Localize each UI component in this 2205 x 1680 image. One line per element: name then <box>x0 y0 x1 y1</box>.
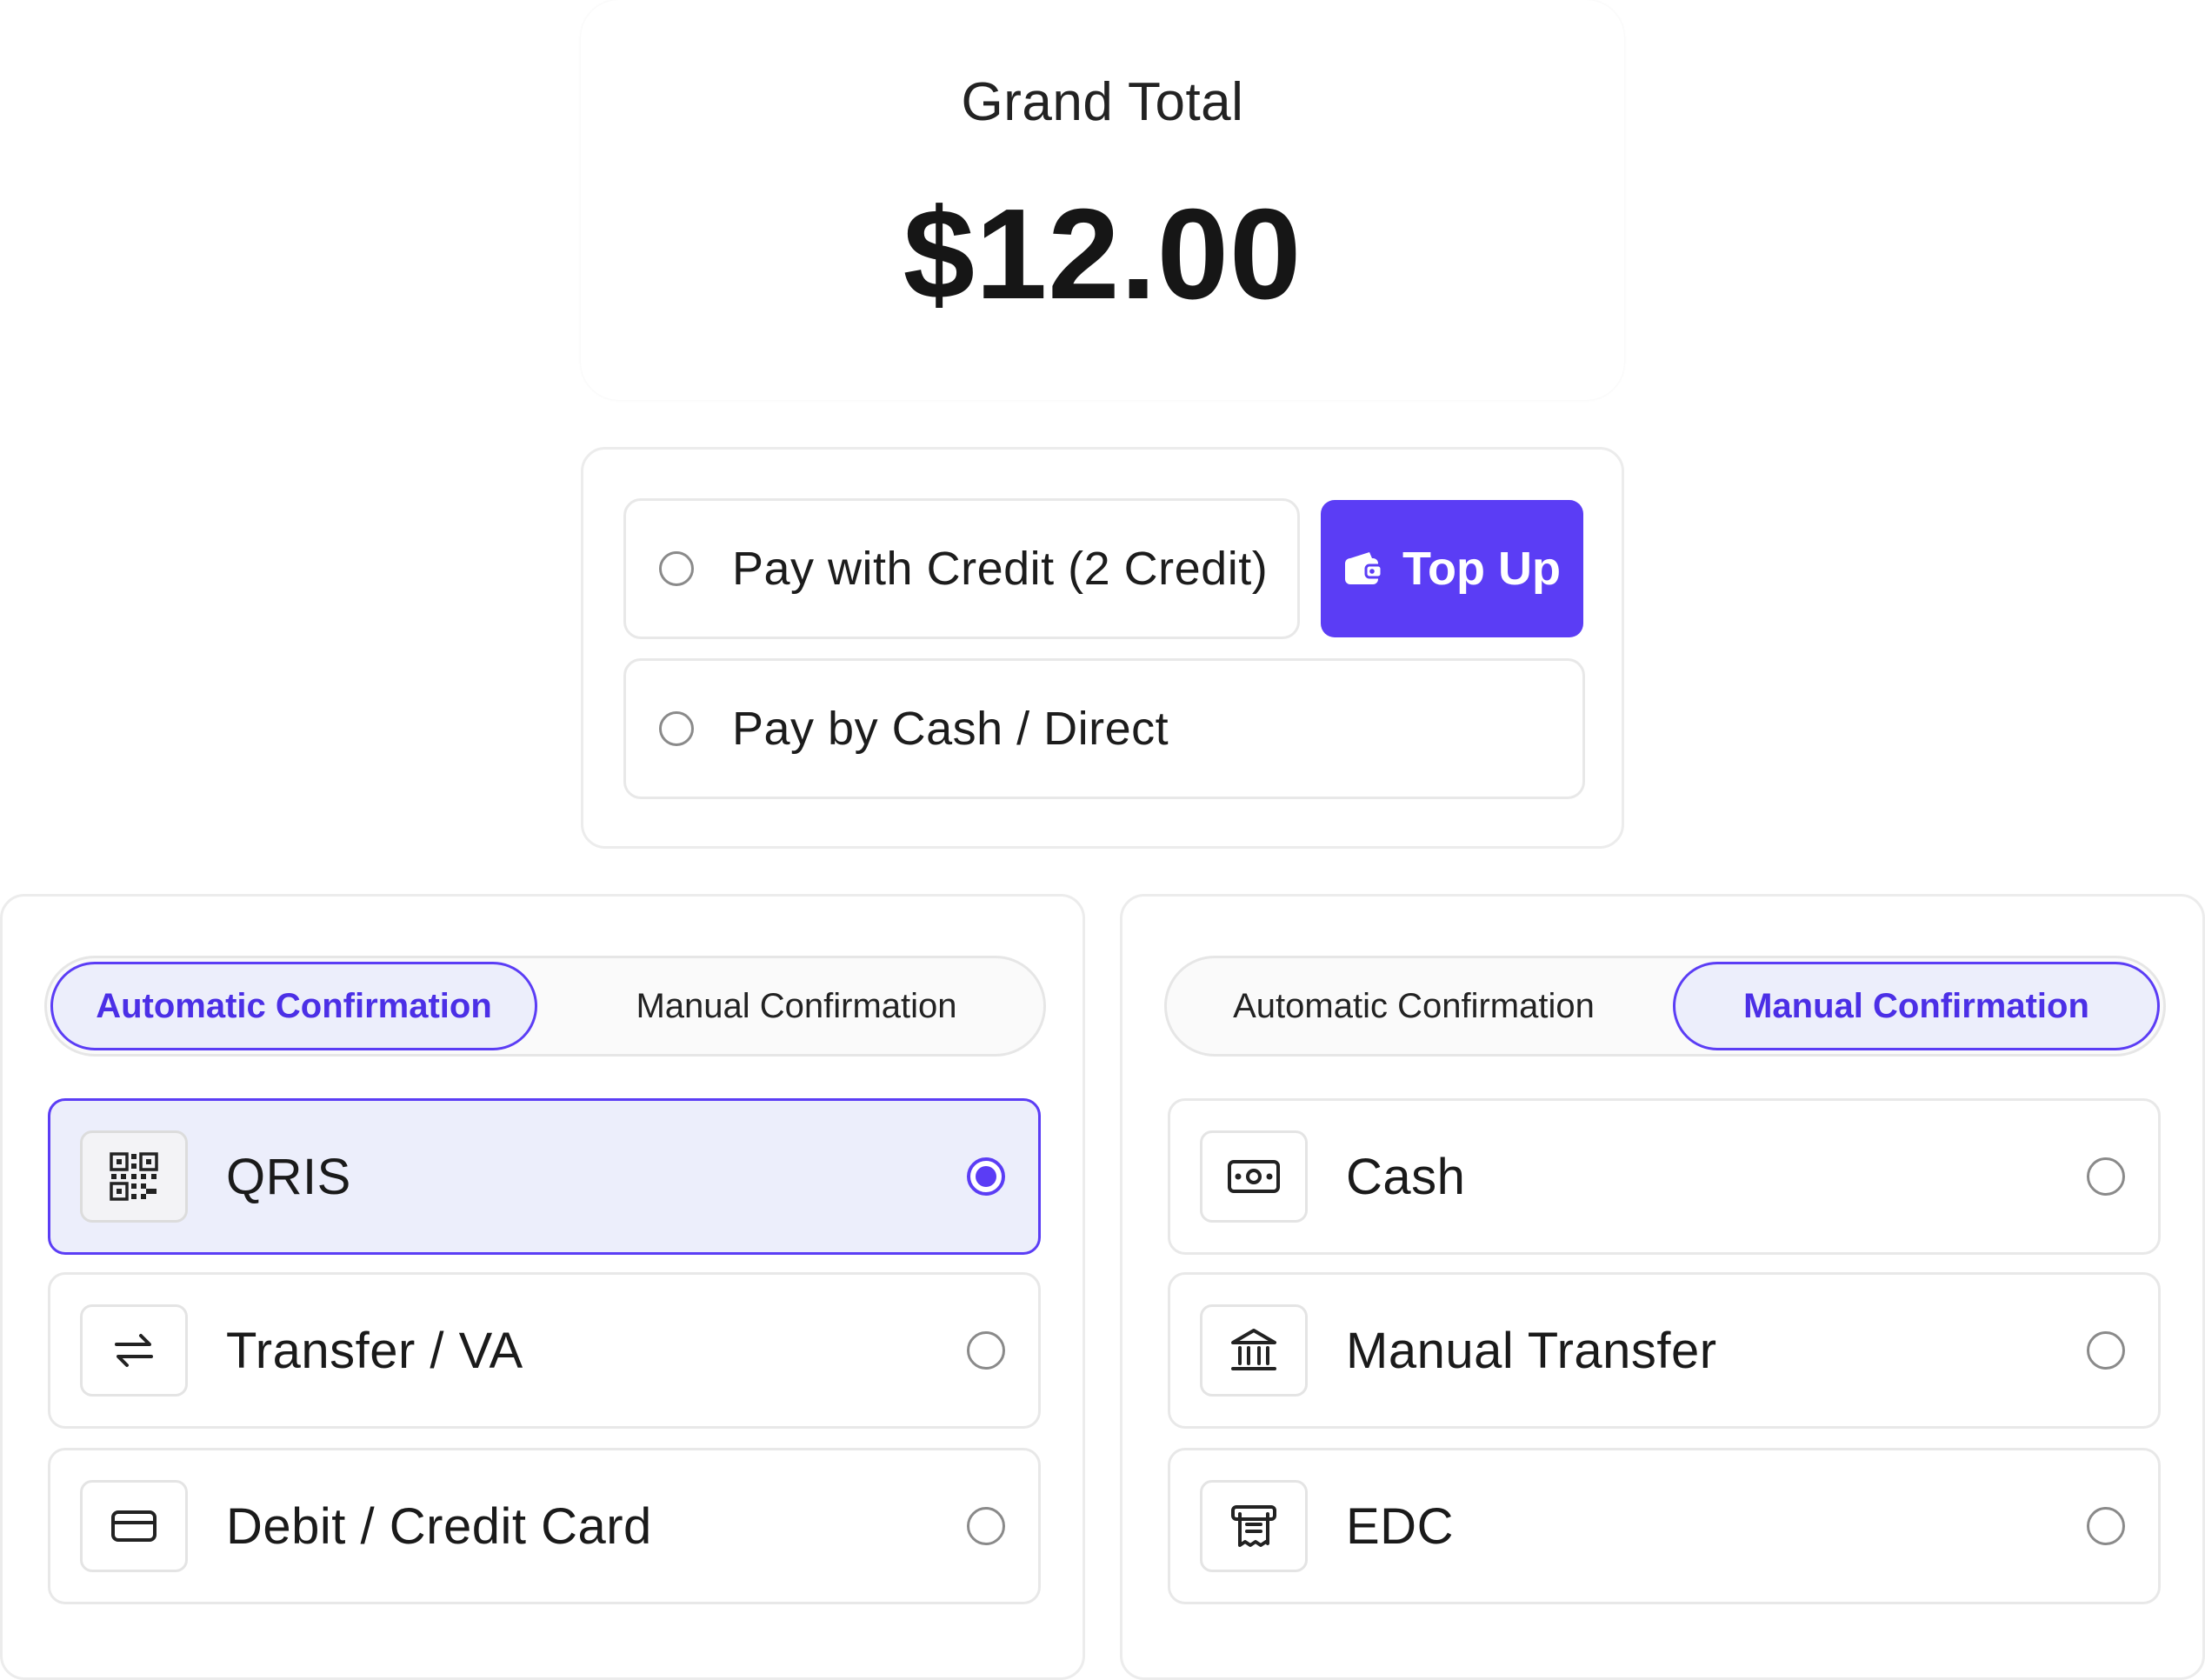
tab-manual-confirmation[interactable]: Manual Confirmation <box>1673 962 2160 1050</box>
pay-with-credit-label: Pay with Credit (2 Credit) <box>732 543 1269 595</box>
confirmation-toggle: Automatic Confirmation Manual Confirmati… <box>44 956 1046 1057</box>
method-label: Debit / Credit Card <box>226 1497 652 1555</box>
top-up-label: Top Up <box>1402 543 1561 595</box>
pay-by-cash-radio[interactable] <box>659 711 694 746</box>
method-transfer-va[interactable]: Transfer / VA <box>48 1272 1041 1429</box>
method-radio[interactable] <box>2087 1331 2125 1370</box>
method-radio[interactable] <box>967 1157 1005 1196</box>
method-radio[interactable] <box>2087 1507 2125 1545</box>
method-qris[interactable]: QRIS <box>48 1098 1041 1255</box>
method-label: QRIS <box>226 1148 351 1205</box>
transfer-arrows-icon <box>80 1304 188 1397</box>
method-label: Transfer / VA <box>226 1322 523 1379</box>
method-manual-transfer[interactable]: Manual Transfer <box>1168 1272 2161 1429</box>
wallet-icon <box>1343 551 1383 586</box>
pay-with-credit-radio[interactable] <box>659 551 694 586</box>
method-radio[interactable] <box>2087 1157 2125 1196</box>
qr-code-icon <box>80 1130 188 1223</box>
automatic-confirmation-panel: Automatic Confirmation Manual Confirmati… <box>0 894 1085 1680</box>
method-label: Manual Transfer <box>1346 1322 1717 1379</box>
banknote-icon <box>1200 1130 1308 1223</box>
method-radio[interactable] <box>967 1331 1005 1370</box>
tab-manual-confirmation[interactable]: Manual Confirmation <box>553 962 1040 1050</box>
pay-by-cash-label: Pay by Cash / Direct <box>732 703 1169 755</box>
method-radio[interactable] <box>967 1507 1005 1545</box>
tab-automatic-confirmation[interactable]: Automatic Confirmation <box>1170 962 1657 1050</box>
confirmation-toggle: Automatic Confirmation Manual Confirmati… <box>1164 956 2166 1057</box>
payment-type-card: Pay with Credit (2 Credit) Top Up Pay by… <box>581 447 1624 849</box>
pay-with-credit-option[interactable]: Pay with Credit (2 Credit) <box>623 498 1300 639</box>
method-label: Cash <box>1346 1148 1466 1205</box>
method-edc[interactable]: EDC <box>1168 1448 2161 1604</box>
grand-total-amount: $12.00 <box>903 183 1302 326</box>
method-label: EDC <box>1346 1497 1454 1555</box>
method-cash[interactable]: Cash <box>1168 1098 2161 1255</box>
receipt-icon <box>1200 1480 1308 1572</box>
manual-confirmation-panel: Automatic Confirmation Manual Confirmati… <box>1120 894 2205 1680</box>
grand-total-card: Grand Total $12.00 <box>581 0 1624 400</box>
pay-by-cash-option[interactable]: Pay by Cash / Direct <box>623 658 1585 799</box>
method-debit-credit-card[interactable]: Debit / Credit Card <box>48 1448 1041 1604</box>
bank-icon <box>1200 1304 1308 1397</box>
top-up-button[interactable]: Top Up <box>1321 500 1583 637</box>
tab-automatic-confirmation[interactable]: Automatic Confirmation <box>50 962 537 1050</box>
credit-card-icon <box>80 1480 188 1572</box>
grand-total-label: Grand Total <box>961 72 1244 132</box>
